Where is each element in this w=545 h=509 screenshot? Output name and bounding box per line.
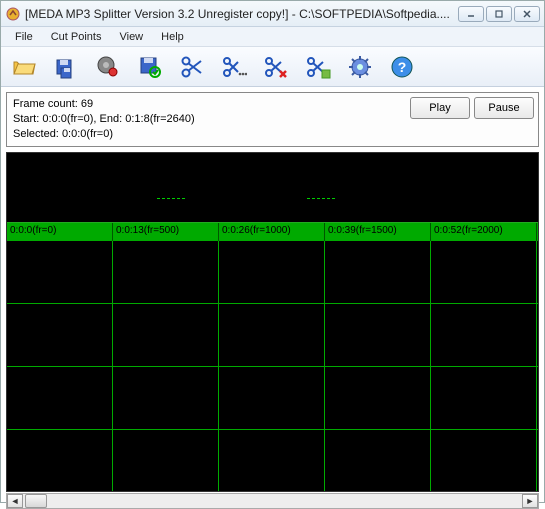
timeline-tick: 0:1:50 xyxy=(537,223,538,241)
play-button[interactable]: Play xyxy=(410,97,470,119)
menu-cut-points[interactable]: Cut Points xyxy=(43,29,110,45)
remove-cut-button[interactable] xyxy=(259,50,293,84)
settings-button[interactable] xyxy=(343,50,377,84)
auto-split-button[interactable] xyxy=(217,50,251,84)
frame-count-value: 69 xyxy=(81,98,93,110)
start-label: Start: xyxy=(13,113,39,125)
end-value: 0:1:8(fr=2640) xyxy=(125,113,194,125)
toolbar: ? xyxy=(1,47,544,87)
help-button[interactable]: ? xyxy=(385,50,419,84)
info-text: Frame count: 69 Start: 0:0:0(fr=0), End:… xyxy=(7,93,406,146)
menu-file[interactable]: File xyxy=(7,29,41,45)
record-button[interactable] xyxy=(91,50,125,84)
minimize-button[interactable] xyxy=(458,6,484,22)
scroll-track[interactable] xyxy=(23,494,522,508)
timeline-tick: 0:0:0(fr=0) xyxy=(7,223,113,241)
wave-marker-icon xyxy=(157,198,185,199)
svg-text:?: ? xyxy=(398,59,407,75)
scroll-thumb[interactable] xyxy=(25,494,47,508)
frame-count-label: Frame count: xyxy=(13,98,78,110)
timeline-tick: 0:0:39(fr=1500) xyxy=(325,223,431,241)
close-button[interactable] xyxy=(514,6,540,22)
horizontal-scrollbar[interactable]: ◄ ► xyxy=(6,493,539,509)
maximize-button[interactable] xyxy=(486,6,512,22)
timeline-strip[interactable]: 0:0:0(fr=0) 0:0:13(fr=500) 0:0:26(fr=100… xyxy=(7,223,538,241)
end-label: End: xyxy=(100,113,123,125)
wave-marker-icon xyxy=(307,198,335,199)
selected-value: 0:0:0(fr=0) xyxy=(62,128,113,140)
scroll-right-button[interactable]: ► xyxy=(522,494,538,508)
menu-help[interactable]: Help xyxy=(153,29,192,45)
save-all-button[interactable] xyxy=(49,50,83,84)
timeline-tick: 0:0:26(fr=1000) xyxy=(219,223,325,241)
waveform-display[interactable] xyxy=(7,153,538,223)
split-button[interactable] xyxy=(175,50,209,84)
timeline-tick: 0:0:52(fr=2000) xyxy=(431,223,537,241)
cut-tool-button[interactable] xyxy=(301,50,335,84)
cut-grid[interactable] xyxy=(7,241,538,491)
playback-controls: Play Pause xyxy=(406,93,538,146)
scroll-left-button[interactable]: ◄ xyxy=(7,494,23,508)
window-controls xyxy=(458,6,540,22)
open-button[interactable] xyxy=(7,50,41,84)
start-value: 0:0:0(fr=0), xyxy=(42,113,96,125)
info-panel: Frame count: 69 Start: 0:0:0(fr=0), End:… xyxy=(6,92,539,147)
selected-label: Selected: xyxy=(13,128,59,140)
menu-view[interactable]: View xyxy=(111,29,151,45)
menubar: File Cut Points View Help xyxy=(1,27,544,47)
save-cut-button[interactable] xyxy=(133,50,167,84)
window-title: [MEDA MP3 Splitter Version 3.2 Unregiste… xyxy=(25,7,458,21)
pause-button[interactable]: Pause xyxy=(474,97,534,119)
timeline-tick: 0:0:13(fr=500) xyxy=(113,223,219,241)
waveform-area[interactable]: 0:0:0(fr=0) 0:0:13(fr=500) 0:0:26(fr=100… xyxy=(6,152,539,492)
titlebar: [MEDA MP3 Splitter Version 3.2 Unregiste… xyxy=(1,1,544,27)
app-icon xyxy=(5,6,21,22)
